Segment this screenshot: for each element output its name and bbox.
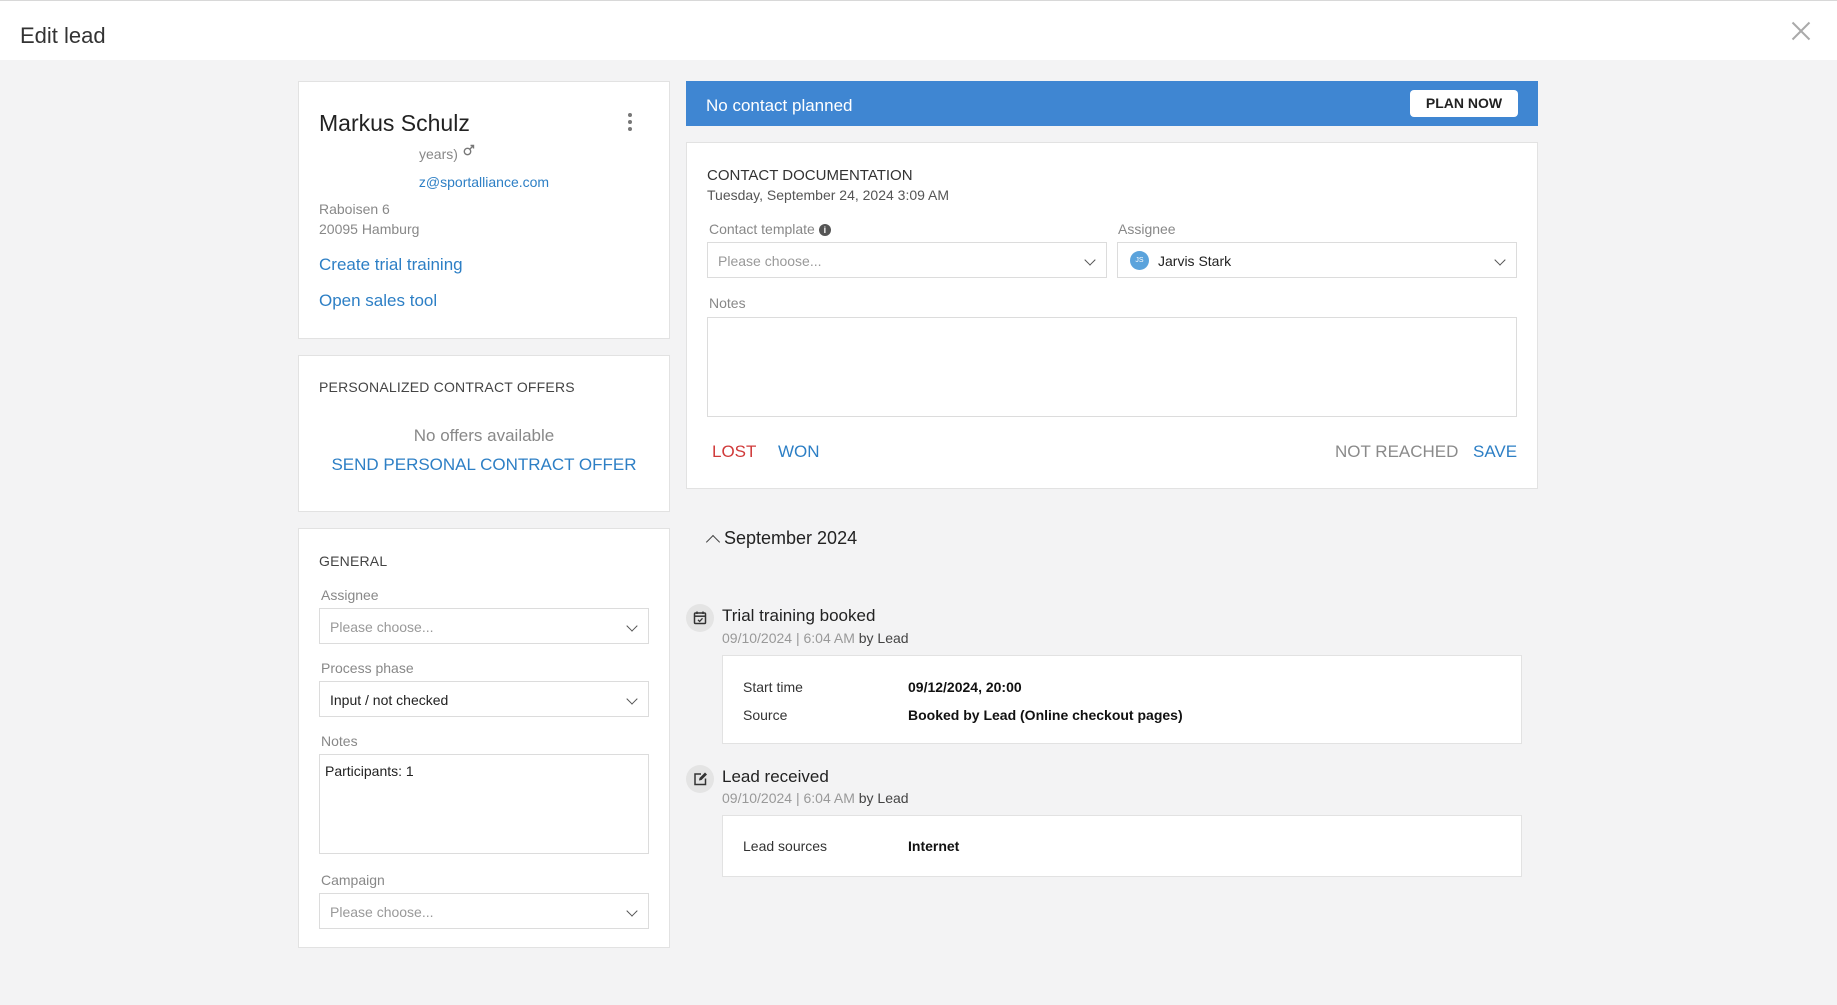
no-offers-text: No offers available	[413, 426, 555, 445]
lost-button[interactable]: LOST	[712, 442, 756, 462]
general-section-title: GENERAL	[319, 553, 388, 569]
general-notes-label: Notes	[321, 733, 358, 749]
doc-notes-label: Notes	[709, 295, 746, 311]
lead-city: 20095 Hamburg	[319, 221, 420, 237]
contact-plan-banner: No contact planned PLAN NOW	[686, 81, 1538, 126]
doc-notes-textarea[interactable]	[707, 317, 1517, 417]
modal-header: Edit lead	[0, 0, 1837, 60]
calendar-icon	[686, 604, 714, 632]
campaign-select[interactable]: Please choose...	[319, 893, 649, 929]
open-sales-tool-link[interactable]: Open sales tool	[319, 291, 437, 311]
doc-assignee-label: Assignee	[1118, 221, 1176, 237]
chevron-down-icon	[626, 693, 638, 705]
banner-text: No contact planned	[706, 96, 853, 115]
info-icon[interactable]: i	[818, 224, 831, 236]
not-reached-button[interactable]: NOT REACHED	[1335, 442, 1458, 462]
general-card: GENERAL Assignee Please choose... Proces…	[298, 528, 670, 948]
contact-template-select[interactable]: Please choose...	[707, 242, 1107, 278]
assignee-avatar: JS	[1130, 251, 1149, 270]
male-gender-icon	[463, 144, 475, 156]
event-title: Lead received	[722, 767, 829, 786]
event-title: Trial training booked	[722, 606, 876, 625]
contact-documentation-date: Tuesday, September 24, 2024 3:09 AM	[707, 187, 950, 203]
event-time: 09/10/2024 | 6:04 AM	[722, 630, 855, 646]
plan-now-button[interactable]: PLAN NOW	[1410, 90, 1518, 117]
campaign-placeholder: Please choose...	[330, 904, 434, 920]
close-icon[interactable]	[1787, 17, 1815, 45]
chevron-down-icon	[1084, 254, 1096, 266]
event-author: by Lead	[858, 790, 909, 806]
event-author: by Lead	[858, 630, 909, 646]
timeline-month-label: September 2024	[724, 528, 858, 548]
chevron-down-icon	[1494, 254, 1506, 266]
chevron-down-icon	[626, 905, 638, 917]
lead-email-link[interactable]: z@sportalliance.com	[299, 174, 669, 190]
lead-age: years)	[419, 146, 458, 162]
lead-name: Markus Schulz	[319, 110, 470, 136]
detail-value: Internet	[908, 838, 960, 854]
send-contract-offer-button[interactable]: SEND PERSONAL CONTRACT OFFER	[299, 455, 669, 475]
chevron-down-icon	[626, 620, 638, 632]
more-options-icon[interactable]	[625, 113, 635, 135]
detail-value: Booked by Lead (Online checkout pages)	[908, 707, 1183, 723]
offers-section-title: PERSONALIZED CONTRACT OFFERS	[319, 379, 575, 395]
timeline-month-toggle[interactable]: September 2024	[700, 528, 858, 550]
contact-template-placeholder: Please choose...	[718, 253, 822, 269]
contact-documentation-card: CONTACT DOCUMENTATION Tuesday, September…	[686, 142, 1538, 489]
modal-title: Edit lead	[20, 23, 106, 48]
contact-template-label: Contact template i	[709, 221, 831, 237]
process-phase-label: Process phase	[321, 660, 414, 676]
doc-assignee-select[interactable]: JS Jarvis Stark	[1117, 242, 1517, 278]
save-button[interactable]: SAVE	[1473, 442, 1517, 462]
event-details: Start time 09/12/2024, 20:00 Source Book…	[722, 655, 1522, 744]
general-assignee-select[interactable]: Please choose...	[319, 608, 649, 644]
won-button[interactable]: WON	[778, 442, 820, 462]
assignee-label: Assignee	[321, 587, 379, 603]
event-time: 09/10/2024 | 6:04 AM	[722, 790, 855, 806]
process-phase-value: Input / not checked	[330, 692, 449, 708]
doc-assignee-value: Jarvis Stark	[1158, 253, 1232, 269]
contact-template-label-text: Contact template	[709, 221, 815, 237]
detail-key: Lead sources	[743, 838, 828, 854]
detail-key: Source	[743, 707, 788, 723]
event-meta: 09/10/2024 | 6:04 AM by Lead	[722, 630, 909, 646]
campaign-label: Campaign	[321, 872, 385, 888]
general-assignee-placeholder: Please choose...	[330, 619, 434, 635]
contact-documentation-title: CONTACT DOCUMENTATION	[707, 167, 913, 184]
create-trial-training-link[interactable]: Create trial training	[319, 255, 463, 275]
chevron-up-icon	[705, 534, 721, 550]
general-notes-textarea[interactable]: Participants: 1	[319, 754, 649, 854]
contract-offers-card: PERSONALIZED CONTRACT OFFERS No offers a…	[298, 355, 670, 512]
process-phase-select[interactable]: Input / not checked	[319, 681, 649, 717]
event-details: Lead sources Internet	[722, 815, 1522, 877]
lead-profile-card: Markus Schulz years) z@sportalliance.com…	[298, 81, 670, 339]
lead-street: Raboisen 6	[319, 201, 390, 217]
event-meta: 09/10/2024 | 6:04 AM by Lead	[722, 790, 909, 806]
edit-icon	[686, 765, 714, 793]
detail-key: Start time	[743, 679, 803, 695]
detail-value: 09/12/2024, 20:00	[908, 679, 1022, 695]
